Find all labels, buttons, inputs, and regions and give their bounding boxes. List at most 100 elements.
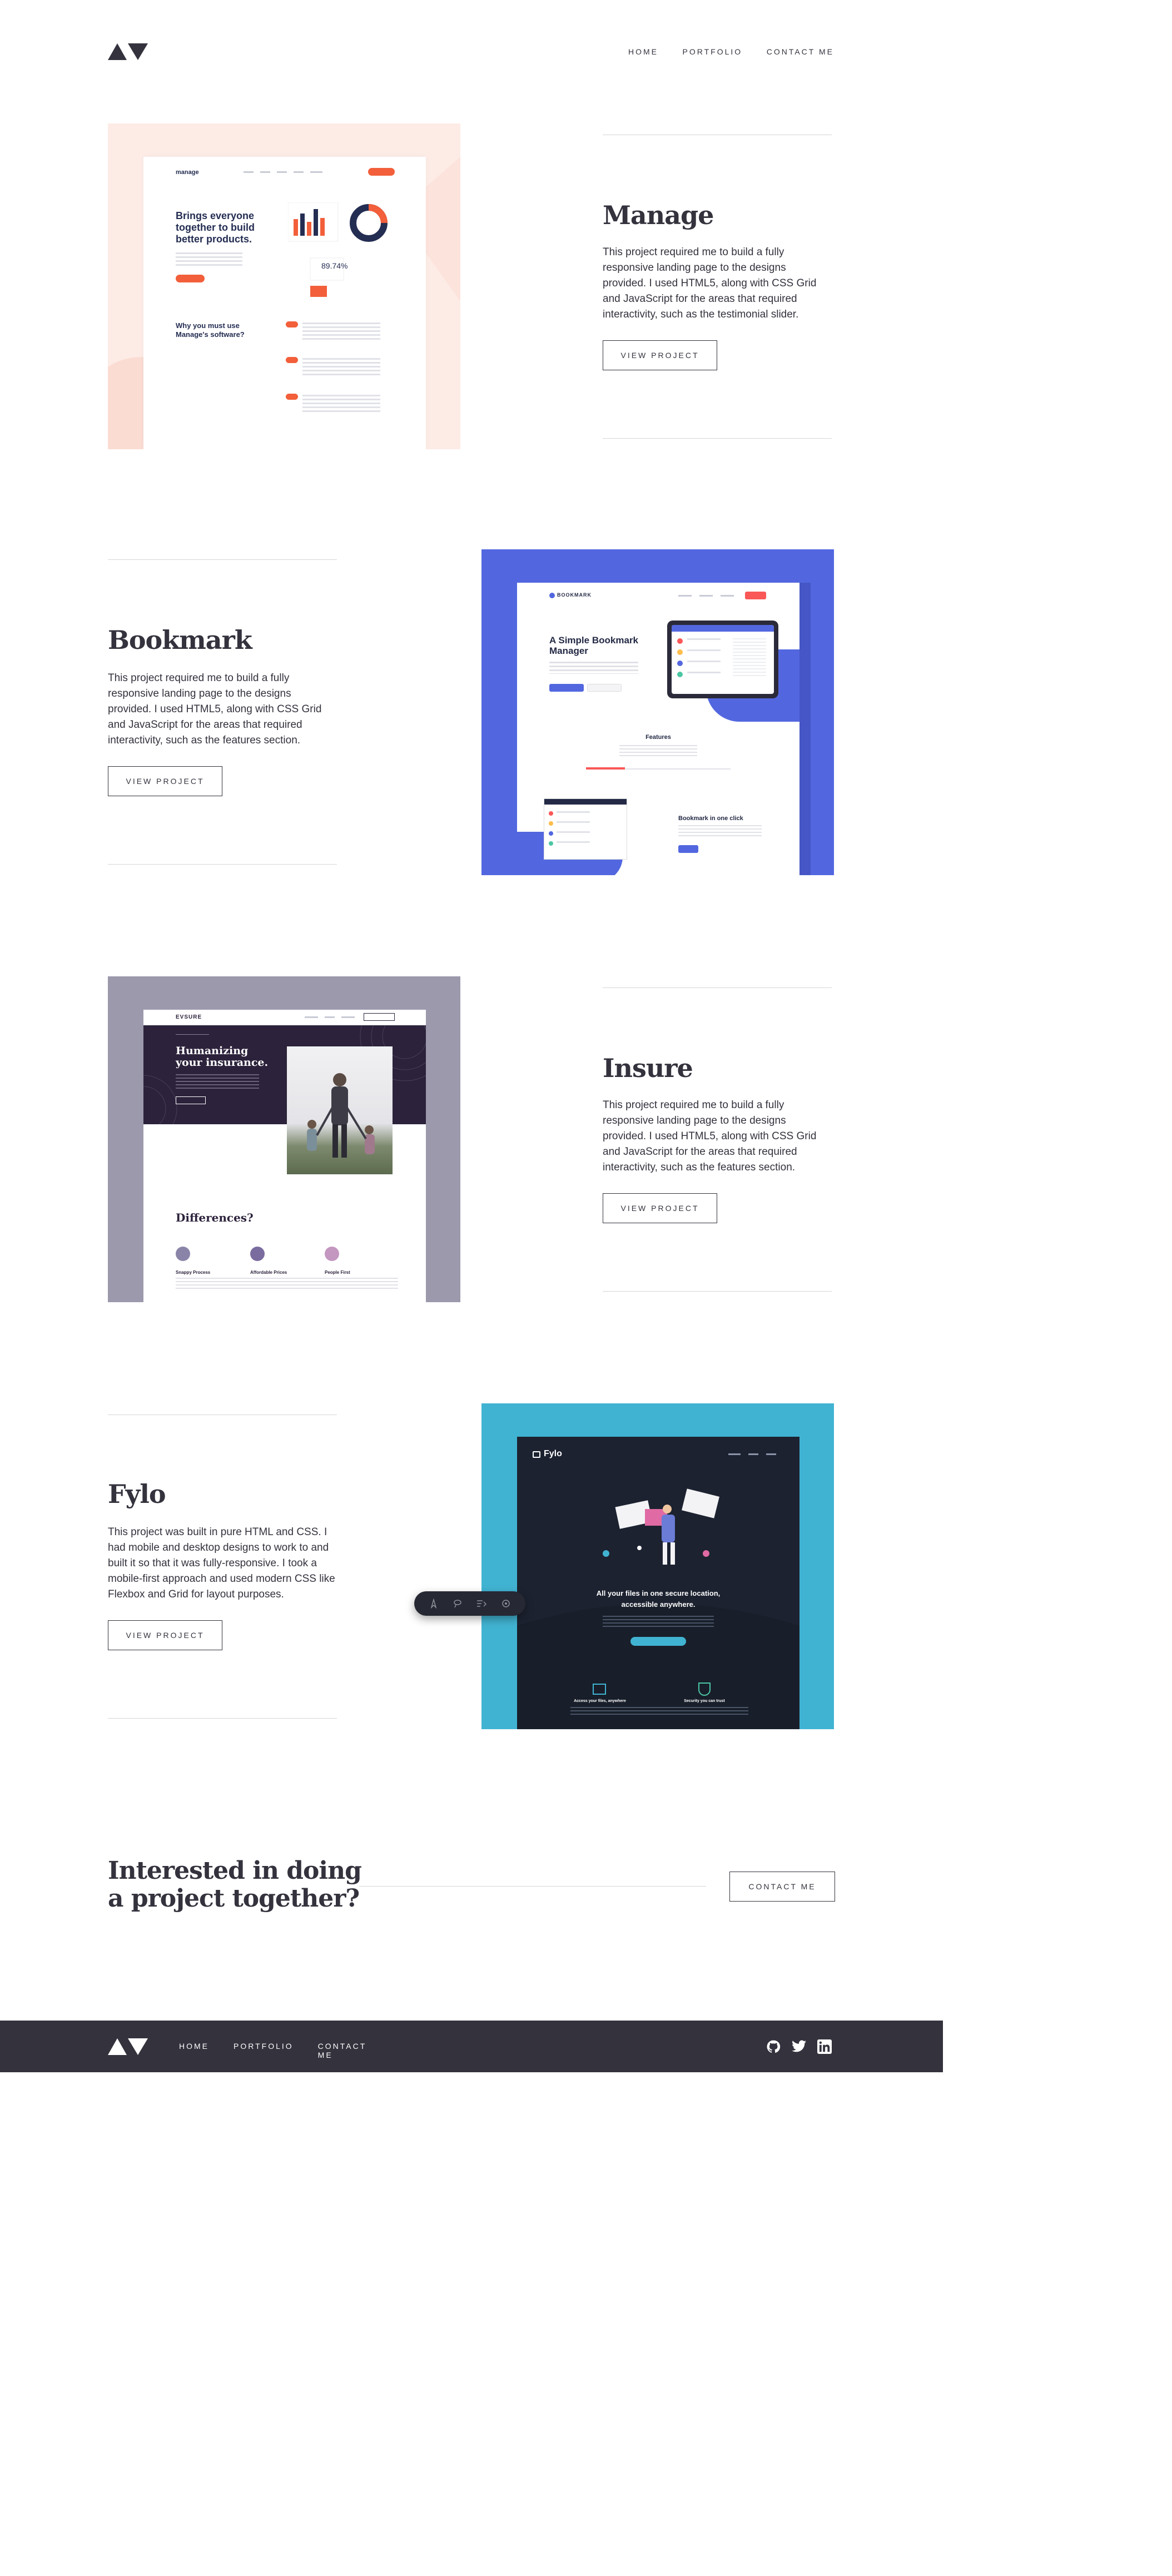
header-nav: HOME PORTFOLIO CONTACT ME	[628, 47, 834, 58]
bookmark-headline: A Simple Bookmark Manager	[549, 635, 638, 656]
fylo-divider-top	[108, 1414, 337, 1415]
pointer-tool-icon[interactable]	[429, 1599, 439, 1609]
bookmark-tablet-mock	[667, 621, 778, 698]
insure-divider-bottom	[603, 1291, 832, 1292]
manage-body-mock	[176, 252, 242, 267]
bookmark-preview-image: BOOKMARK A Simple Bookmark Manager Featu…	[481, 549, 834, 875]
fylo-logo-icon	[533, 1451, 540, 1458]
fylo-cta-mock	[630, 1637, 686, 1646]
footer-nav-home[interactable]: HOME	[179, 2042, 209, 2053]
fylo-body-mock	[603, 1616, 714, 1629]
bookmark-description: This project required me to build a full…	[108, 672, 322, 746]
footer-nav-portfolio[interactable]: PORTFOLIO	[234, 2042, 294, 2053]
manage-page: manage Brings everyone together to build…	[143, 157, 426, 449]
manage-feature-list	[286, 321, 397, 421]
linkedin-icon[interactable]	[817, 2039, 832, 2054]
insure-view-project-button[interactable]: VIEW PROJECT	[603, 1193, 717, 1223]
footer-nav: HOME PORTFOLIO CONTACT ME	[179, 2042, 385, 2059]
lasso-tool-icon[interactable]	[453, 1599, 463, 1609]
bookmark-chrome-button-mock	[549, 684, 584, 692]
contact-heading-line1: Interested in doing	[108, 1857, 362, 1885]
insure-headline: Humanizing your insurance.	[176, 1045, 269, 1069]
bookmark-firefox-button-mock	[587, 684, 622, 692]
contact-heading: Interested in doing a project together?	[108, 1857, 362, 1913]
bookmark-feature-illustration	[511, 798, 645, 875]
insure-feature-1-label: Snappy Process	[176, 1270, 211, 1275]
twitter-icon[interactable]	[792, 2040, 806, 2053]
insure-feature-3-label: People First	[325, 1270, 350, 1275]
bookmark-divider-bottom	[108, 864, 337, 865]
fylo-feature-1-icon	[593, 1684, 606, 1695]
bookmark-body-mock	[549, 662, 638, 674]
contact-me-button[interactable]: CONTACT ME	[729, 1872, 835, 1902]
insure-title: Insure	[603, 1053, 693, 1083]
footer-social	[766, 2039, 836, 2054]
bookmark-login-mock	[745, 592, 766, 599]
fylo-logo: Fylo	[544, 1449, 562, 1458]
manage-nav-mock	[244, 171, 327, 173]
bookmark-nav-mock	[678, 595, 739, 597]
fylo-feature-1-title: Access your files, anywhere	[574, 1699, 626, 1703]
bookmark-right-strip	[799, 583, 811, 875]
fylo-hero-illustration	[603, 1488, 719, 1565]
contact-heading-line2: a project together?	[108, 1884, 360, 1913]
nav-portfolio[interactable]: PORTFOLIO	[683, 47, 743, 58]
text-tool-icon[interactable]	[476, 1599, 487, 1609]
manage-chart-graphic	[288, 202, 388, 297]
insure-page: EVSURE Humanizing your insurance. Differ…	[143, 1010, 426, 1302]
site-logo[interactable]	[108, 43, 148, 60]
bookmark-subsection-body-mock	[678, 825, 762, 838]
fylo-feature-2-icon	[698, 1682, 711, 1696]
bookmark-tab-active-mock	[586, 767, 625, 770]
manage-cta-mock	[368, 168, 395, 176]
bookmark-title: Bookmark	[108, 625, 252, 655]
family-figures-icon	[307, 1073, 375, 1158]
fylo-headline: All your files in one secure location, a…	[596, 1589, 721, 1609]
manage-headline: Brings everyone together to build better…	[176, 210, 255, 245]
insure-family-photo	[287, 1046, 393, 1174]
fylo-nav-mock	[728, 1453, 784, 1456]
insure-body-mock	[176, 1074, 259, 1089]
bookmark-more-info-mock	[678, 845, 698, 853]
insure-section-title: Differences?	[176, 1211, 254, 1224]
bookmark-logo-mark	[549, 593, 555, 598]
manage-stat: 89.74%	[321, 261, 348, 270]
insure-button-mock	[176, 1096, 206, 1104]
settings-icon[interactable]	[501, 1599, 511, 1609]
insure-divider-top	[603, 987, 832, 988]
manage-title: Manage	[603, 200, 714, 230]
insure-nav-mock	[305, 1016, 366, 1019]
manage-divider-bottom	[603, 438, 832, 439]
github-icon[interactable]	[766, 2039, 781, 2054]
insure-feature-2	[250, 1247, 317, 1261]
footer-nav-contact[interactable]: CONTACT ME	[318, 2042, 385, 2059]
bookmark-logo: BOOKMARK	[557, 592, 592, 598]
bookmark-page: BOOKMARK A Simple Bookmark Manager Featu…	[511, 583, 812, 875]
footer-logo-icon	[108, 2038, 148, 2055]
bookmark-subsection-title: Bookmark in one click	[678, 815, 743, 822]
nav-contact[interactable]: CONTACT ME	[767, 47, 834, 58]
fylo-divider-bottom	[108, 1718, 337, 1719]
fylo-description: This project was built in pure HTML and …	[108, 1526, 335, 1600]
insure-preview-image: EVSURE Humanizing your insurance. Differ…	[108, 976, 460, 1302]
fylo-title: Fylo	[108, 1479, 166, 1509]
fylo-feature-2-title: Security you can trust	[684, 1699, 725, 1703]
insure-feature-3	[325, 1247, 391, 1261]
insure-feature-2-label: Affordable Prices	[250, 1270, 287, 1275]
insure-description: This project required me to build a full…	[603, 1099, 817, 1173]
insure-logo: EVSURE	[176, 1014, 202, 1020]
manage-view-project-button[interactable]: VIEW PROJECT	[603, 340, 717, 370]
site-footer: HOME PORTFOLIO CONTACT ME	[0, 2021, 943, 2072]
manage-button-mock	[176, 275, 205, 282]
manage-description: This project required me to build a full…	[603, 246, 817, 320]
footer-logo[interactable]	[108, 2038, 148, 2055]
bookmark-features-title: Features	[645, 734, 671, 741]
fylo-feature-body-mock	[570, 1707, 748, 1717]
bookmark-view-project-button[interactable]: VIEW PROJECT	[108, 766, 222, 796]
fylo-view-project-button[interactable]: VIEW PROJECT	[108, 1620, 222, 1650]
nav-home[interactable]: HOME	[628, 47, 658, 58]
manage-preview-image: manage Brings everyone together to build…	[108, 123, 460, 449]
insure-feature-body-mock	[176, 1278, 398, 1289]
fylo-page: Fylo All your files in one secure locati…	[517, 1437, 799, 1729]
floating-toolbar	[414, 1591, 525, 1616]
